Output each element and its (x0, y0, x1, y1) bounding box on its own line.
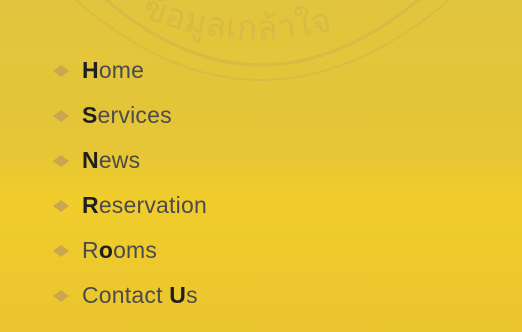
diamond-bullet-icon (53, 244, 69, 257)
navigation-menu-panel: ข้อมูลเกล้าใจ Home Services News Reserva… (0, 0, 522, 332)
menu-label-initial: R (82, 192, 99, 218)
menu-label-rest: ews (98, 147, 141, 173)
diamond-bullet-icon (53, 199, 69, 212)
menu-label-news: News (82, 147, 140, 174)
menu-label-initial: S (82, 102, 98, 128)
main-menu-list: Home Services News Reservation Rooms Con… (52, 48, 207, 318)
menu-label-start: Contact (82, 282, 170, 308)
menu-label-rest: eservation (98, 192, 207, 218)
menu-label-rest: ervices (97, 102, 172, 128)
menu-item-home[interactable]: Home (52, 48, 207, 93)
menu-label-initial: N (82, 147, 99, 173)
menu-label-initial: H (82, 57, 99, 83)
diamond-bullet-icon (53, 154, 69, 167)
menu-item-reservation[interactable]: Reservation (52, 183, 207, 228)
diamond-bullet-icon (53, 289, 69, 302)
menu-label-rest: s (186, 282, 198, 308)
menu-label-reservation: Reservation (82, 192, 207, 219)
menu-label-start: R (82, 237, 99, 263)
diamond-bullet-icon (53, 109, 69, 122)
menu-label-home: Home (82, 57, 144, 84)
menu-item-services[interactable]: Services (52, 93, 207, 138)
menu-label-initial: o (98, 237, 114, 263)
menu-label-rest: oms (113, 237, 158, 263)
menu-label-contact-us: Contact Us (82, 282, 198, 309)
menu-label-rest: ome (98, 57, 145, 83)
menu-label-rooms: Rooms (82, 237, 157, 264)
menu-item-contact-us[interactable]: Contact Us (52, 273, 207, 318)
menu-label-initial: U (169, 282, 187, 308)
menu-label-services: Services (82, 102, 172, 129)
diamond-bullet-icon (53, 64, 69, 77)
menu-item-news[interactable]: News (52, 138, 207, 183)
menu-item-rooms[interactable]: Rooms (52, 228, 207, 273)
